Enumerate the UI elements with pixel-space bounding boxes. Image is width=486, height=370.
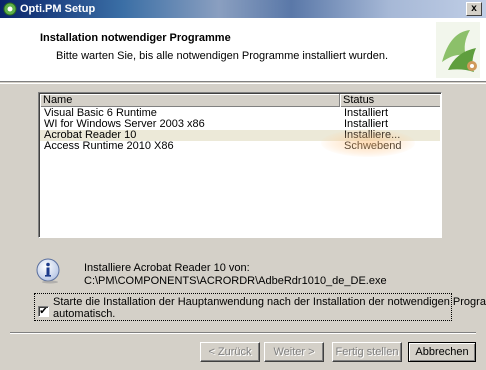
programs-list[interactable]: Name Status Visual Basic 6 Runtime Insta…: [38, 92, 442, 238]
setup-logo-icon: [436, 22, 480, 78]
column-header-name[interactable]: Name: [40, 94, 340, 107]
column-header-status[interactable]: Status: [340, 94, 442, 107]
auto-start-checkbox-group[interactable]: ✔ Starte die Installation der Hauptanwen…: [34, 293, 486, 321]
cancel-button[interactable]: Abbrechen: [408, 342, 476, 362]
item-status: Schwebend: [344, 140, 402, 152]
header-divider: [0, 83, 486, 84]
app-icon: [3, 2, 17, 16]
finish-button[interactable]: Fertig stellen: [332, 342, 402, 362]
wizard-header: Installation notwendiger Programme Bitte…: [0, 18, 486, 82]
checkbox-label[interactable]: Starte die Installation der Hauptanwendu…: [53, 296, 486, 308]
install-source-path: C:\PM\COMPONENTS\ACRORDR\AdbeRdr1010_de_…: [84, 275, 387, 287]
page-title: Installation notwendiger Programme: [40, 32, 231, 44]
next-button[interactable]: Weiter >: [264, 342, 324, 362]
item-name: Access Runtime 2010 X86: [44, 140, 174, 152]
list-header: Name Status: [40, 94, 440, 107]
info-icon: [36, 258, 60, 284]
page-subtitle: Bitte warten Sie, bis alle notwendigen P…: [56, 50, 388, 62]
list-item[interactable]: Access Runtime 2010 X86 Schwebend: [40, 141, 440, 152]
window-title: Opti.PM Setup: [20, 3, 96, 15]
checkbox-label-continued[interactable]: automatisch.: [53, 308, 115, 320]
auto-start-checkbox[interactable]: ✔: [38, 306, 49, 317]
install-source-label: Installiere Acrobat Reader 10 von:: [84, 262, 250, 274]
back-button[interactable]: < Zurück: [200, 342, 260, 362]
close-button[interactable]: x: [466, 2, 482, 16]
setup-window: Opti.PM Setup x Installation notwendiger…: [0, 0, 486, 370]
title-bar[interactable]: Opti.PM Setup x: [0, 0, 486, 18]
button-divider-light: [10, 333, 476, 334]
